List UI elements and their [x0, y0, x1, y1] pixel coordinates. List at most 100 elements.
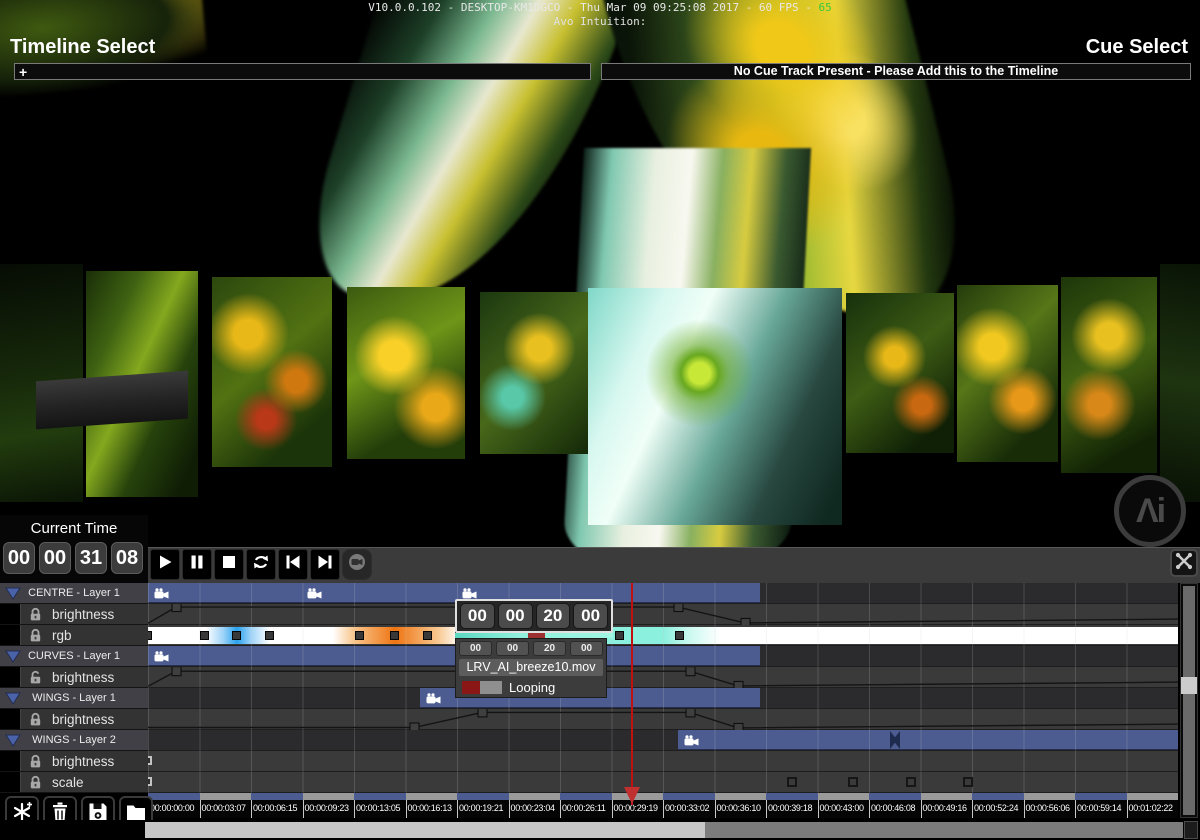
current-time-digit[interactable]: 08 — [111, 542, 143, 574]
rgb-keyframe[interactable] — [423, 631, 432, 640]
clip-bar[interactable] — [148, 646, 760, 666]
horizontal-scrollbar-thumb[interactable] — [145, 822, 705, 838]
property-swatch[interactable] — [0, 751, 21, 771]
layer-track[interactable] — [148, 583, 1178, 604]
property-row[interactable]: brightness — [0, 751, 148, 772]
property-swatch[interactable] — [0, 604, 21, 624]
rgb-keyframe[interactable] — [355, 631, 364, 640]
rgb-keyframe[interactable] — [200, 631, 209, 640]
horizontal-scrollbar[interactable] — [0, 820, 1200, 840]
popup-time-digit[interactable]: 00 — [460, 603, 495, 629]
keyframe[interactable] — [686, 709, 695, 717]
rgb-keyframe[interactable] — [232, 631, 241, 640]
clip-time-digit[interactable]: 00 — [496, 641, 529, 656]
property-track[interactable] — [148, 604, 1178, 625]
automation-envelope[interactable] — [148, 604, 1178, 625]
automation-envelope[interactable] — [148, 709, 1178, 730]
clip-properties-popup[interactable]: 00002000 LRV_AI_breeze10.mov Looping — [455, 638, 607, 698]
media-clip-camera-icon[interactable] — [307, 586, 322, 604]
ruler-cell[interactable]: 00:00:13:05 — [354, 793, 406, 818]
close-timeline-button[interactable] — [1170, 549, 1198, 577]
property-row[interactable]: brightness — [0, 667, 148, 688]
rgb-gradient-track[interactable] — [148, 627, 1178, 644]
playhead-line[interactable] — [631, 583, 633, 805]
stop-button[interactable] — [214, 549, 244, 580]
horizontal-scrollbar-endcap[interactable] — [1184, 821, 1198, 839]
ruler-cell[interactable]: 00:00:23:04 — [509, 793, 561, 818]
media-clip-camera-icon[interactable] — [154, 586, 169, 604]
media-clip-camera-icon[interactable] — [684, 733, 699, 751]
property-track[interactable] — [148, 709, 1178, 730]
property-row[interactable]: brightness — [0, 709, 148, 730]
property-row[interactable]: brightness — [0, 604, 148, 625]
keyframe-time-popup[interactable]: 00002000 — [455, 599, 613, 633]
vertical-scrollbar[interactable] — [1180, 583, 1198, 818]
clip-filename[interactable]: LRV_AI_breeze10.mov — [459, 659, 603, 676]
keyframe[interactable] — [741, 618, 750, 625]
property-track[interactable] — [148, 751, 1178, 772]
scale-keyframe[interactable] — [848, 777, 858, 787]
ruler-cell[interactable]: 00:00:03:07 — [200, 793, 252, 818]
ruler-cell[interactable]: 00:00:49:16 — [921, 793, 973, 818]
lock-open-icon[interactable] — [28, 670, 43, 688]
media-clip-camera-icon[interactable] — [426, 691, 441, 709]
skip-end-button[interactable] — [310, 549, 340, 580]
ruler-cell[interactable]: 00:00:59:14 — [1075, 793, 1127, 818]
looping-toggle[interactable] — [462, 681, 502, 694]
clip-time-digit[interactable]: 20 — [533, 641, 566, 656]
scale-keyframe[interactable] — [787, 777, 797, 787]
keyframe[interactable] — [172, 604, 181, 612]
add-timeline-button[interactable]: + — [15, 65, 27, 79]
media-clip-camera-icon[interactable] — [154, 649, 169, 667]
popup-time-digit[interactable]: 00 — [498, 603, 533, 629]
lock-closed-icon[interactable] — [28, 628, 43, 646]
lock-closed-icon[interactable] — [28, 712, 43, 730]
rgb-keyframe[interactable] — [615, 631, 624, 640]
layer-row[interactable]: CURVES - Layer 1 — [0, 646, 148, 667]
keyframe[interactable] — [734, 681, 743, 688]
lock-closed-icon[interactable] — [28, 754, 43, 772]
rgb-keyframe[interactable] — [675, 631, 684, 640]
layer-track[interactable] — [148, 688, 1178, 709]
edge-keyframe-marker[interactable] — [148, 756, 152, 765]
play-button[interactable] — [150, 549, 180, 580]
property-swatch[interactable] — [0, 709, 21, 729]
loop-button[interactable] — [246, 549, 276, 580]
clip-bar[interactable] — [148, 583, 760, 603]
vertical-scrollbar-track[interactable] — [1183, 586, 1195, 815]
property-swatch[interactable] — [0, 625, 21, 645]
popup-time-digit[interactable]: 20 — [536, 603, 571, 629]
playhead-handle[interactable] — [624, 787, 640, 804]
ruler-cell[interactable]: 00:00:56:06 — [1024, 793, 1076, 818]
property-track[interactable] — [148, 667, 1178, 688]
ruler-cell[interactable]: 00:00:33:02 — [663, 793, 715, 818]
property-row[interactable]: rgb — [0, 625, 148, 646]
ruler-cell[interactable]: 00:00:52:24 — [972, 793, 1024, 818]
record-cam-button[interactable] — [342, 549, 372, 580]
vertical-scrollbar-thumb[interactable] — [1181, 677, 1197, 694]
timeline-ruler[interactable]: 00:00:00:0000:00:03:0700:00:06:1500:00:0… — [148, 793, 1178, 818]
lock-closed-icon[interactable] — [28, 775, 43, 793]
keyframe[interactable] — [734, 723, 743, 730]
property-row[interactable]: scale — [0, 772, 148, 793]
skip-start-button[interactable] — [278, 549, 308, 580]
scale-keyframe[interactable] — [906, 777, 916, 787]
property-swatch[interactable] — [0, 772, 21, 792]
property-swatch[interactable] — [0, 667, 21, 687]
ruler-cell[interactable]: 00:00:39:18 — [766, 793, 818, 818]
ruler-cell[interactable]: 00:01:02:22 — [1127, 793, 1179, 818]
clip-bar[interactable] — [678, 730, 1178, 750]
automation-envelope[interactable] — [148, 667, 1178, 688]
lock-closed-icon[interactable] — [28, 607, 43, 625]
timeline-tracks[interactable] — [148, 583, 1178, 793]
keyframe[interactable] — [674, 604, 683, 612]
scale-keyframe[interactable] — [963, 777, 973, 787]
clip-boundary-notch[interactable] — [890, 731, 900, 749]
ruler-cell[interactable]: 00:00:19:21 — [457, 793, 509, 818]
horizontal-scrollbar-track[interactable] — [705, 822, 1183, 838]
current-time-digit[interactable]: 31 — [75, 542, 107, 574]
layer-track[interactable] — [148, 730, 1178, 751]
keyframe[interactable] — [172, 667, 181, 676]
rgb-keyframe[interactable] — [148, 631, 152, 640]
edge-keyframe-marker[interactable] — [148, 777, 152, 786]
